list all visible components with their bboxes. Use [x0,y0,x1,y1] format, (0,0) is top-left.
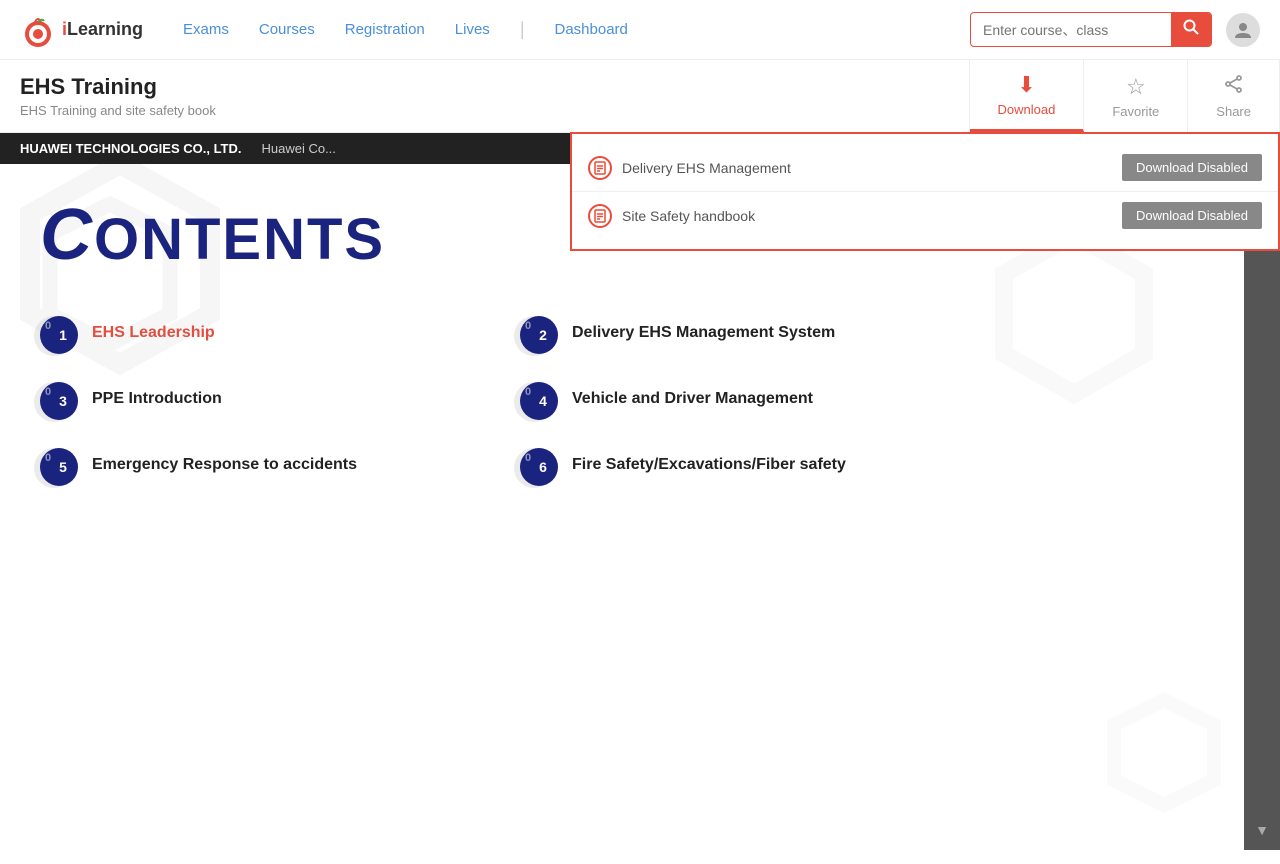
doc-name-2: Site Safety handbook [622,208,755,224]
doc-name-1: Delivery EHS Management [622,160,791,176]
file-icon-1 [588,156,612,180]
num-circle-6: 0 6 [520,448,558,486]
item-label-3: PPE Introduction [92,382,222,408]
list-item: 0 2 Delivery EHS Management System [520,316,940,354]
share-label: Share [1216,104,1251,119]
company-name: HUAWEI TECHNOLOGIES CO., LTD. [20,141,241,156]
dropdown-item-left-2: Site Safety handbook [588,204,755,228]
hex-decoration-2 [984,224,1164,424]
item-number-1: 0 1 [40,316,78,354]
download-button[interactable]: ⬇ Download [970,60,1085,132]
download-disabled-btn-2[interactable]: Download Disabled [1122,202,1262,229]
item-label-4: Vehicle and Driver Management [572,382,813,408]
user-avatar[interactable] [1226,13,1260,47]
item-label-2: Delivery EHS Management System [572,316,835,342]
num-circle-5: 0 5 [40,448,78,486]
main-nav: Exams Courses Registration Lives | Dashb… [183,19,970,40]
favorite-icon: ☆ [1126,74,1146,100]
num-circle-1: 0 1 [40,316,78,354]
content-area: Contents 0 1 EHS Leadership [0,164,1244,850]
nav-separator: | [520,19,525,40]
list-item: 0 5 Emergency Response to accidents [40,448,460,486]
contents-grid: 0 1 EHS Leadership 0 2 Delivery EH [40,316,940,486]
course-actions: ⬇ Download ☆ Favorite Share [969,60,1280,132]
list-item: 0 1 EHS Leadership [40,316,460,354]
num-circle-3: 0 3 [40,382,78,420]
huawei-name: Huawei Co... [261,141,335,156]
share-button[interactable]: Share [1188,60,1280,132]
item-number-6: 0 6 [520,448,558,486]
dropdown-item-2: Site Safety handbook Download Disabled [572,192,1278,239]
hex-decoration-3 [1104,690,1224,830]
list-item: 0 3 PPE Introduction [40,382,460,420]
nav-exams[interactable]: Exams [183,21,229,38]
download-label: Download [998,102,1056,117]
list-item: 0 4 Vehicle and Driver Management [520,382,940,420]
favorite-button[interactable]: ☆ Favorite [1084,60,1188,132]
nav-courses[interactable]: Courses [259,21,315,38]
contents-rest: ontents [94,207,385,272]
dropdown-item-left-1: Delivery EHS Management [588,156,791,180]
course-info: EHS Training EHS Training and site safet… [0,60,969,132]
logo[interactable]: iLearning [20,12,143,48]
logo-text: iLearning [62,19,143,40]
contents-c: C [40,195,94,275]
item-number-3: 0 3 [40,382,78,420]
scroll-down-icon[interactable]: ▼ [1255,822,1269,842]
nav-registration[interactable]: Registration [345,21,425,38]
book-contents: Contents 0 1 EHS Leadership [0,164,1244,850]
item-number-2: 0 2 [520,316,558,354]
file-icon-2 [588,204,612,228]
item-label-6: Fire Safety/Excavations/Fiber safety [572,448,846,474]
download-disabled-btn-1[interactable]: Download Disabled [1122,154,1262,181]
favorite-label: Favorite [1112,104,1159,119]
nav-dashboard[interactable]: Dashboard [555,21,628,38]
main-content: Contents 0 1 EHS Leadership [0,164,1280,850]
item-number-5: 0 5 [40,448,78,486]
list-item: 0 6 Fire Safety/Excavations/Fiber safety [520,448,940,486]
main-header: iLearning Exams Courses Registration Liv… [0,0,1280,60]
right-sidebar: ▼ [1244,164,1280,850]
search-input[interactable] [971,16,1171,44]
course-title: EHS Training [20,74,949,100]
dropdown-item-1: Delivery EHS Management Download Disable… [572,144,1278,192]
share-icon [1224,74,1244,100]
item-number-4: 0 4 [520,382,558,420]
nav-lives[interactable]: Lives [455,21,490,38]
item-label-5: Emergency Response to accidents [92,448,357,474]
course-subtitle: EHS Training and site safety book [20,103,949,118]
search-button[interactable] [1171,13,1211,46]
search-icon [1183,19,1199,35]
num-circle-2: 0 2 [520,316,558,354]
search-bar [970,12,1212,47]
download-icon: ⬇ [1017,72,1035,98]
contents-title: Contents [40,194,385,276]
item-label-1: EHS Leadership [92,316,215,342]
download-dropdown: Delivery EHS Management Download Disable… [570,132,1280,251]
num-circle-4: 0 4 [520,382,558,420]
course-header: EHS Training EHS Training and site safet… [0,60,1280,133]
